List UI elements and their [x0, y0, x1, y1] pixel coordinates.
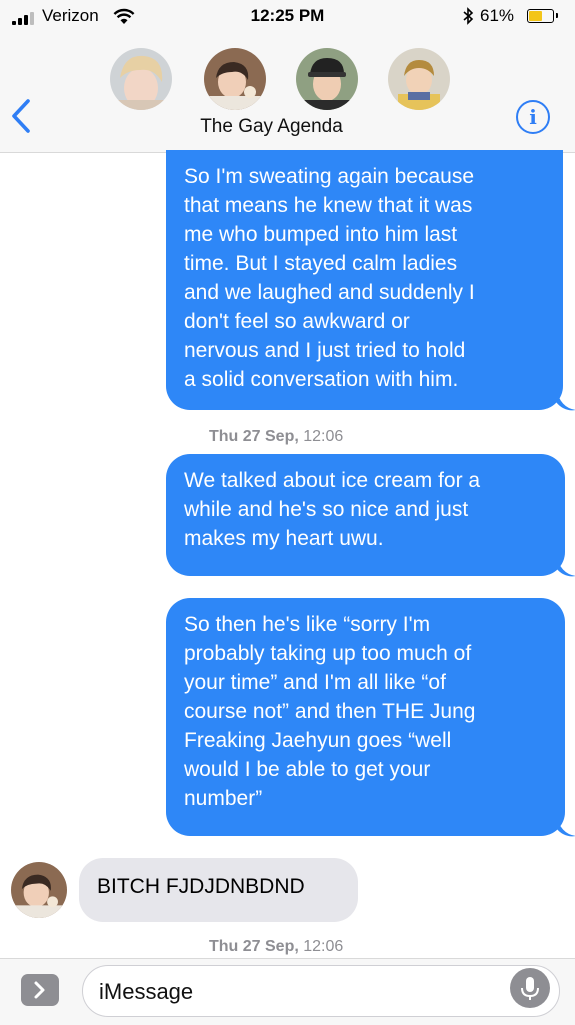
microphone-icon: [521, 977, 539, 1000]
avatar[interactable]: [388, 48, 450, 110]
outgoing-message[interactable]: So I'm sweating again because that means…: [166, 150, 563, 410]
battery-tip: [556, 13, 558, 18]
battery-percent: 61%: [480, 6, 515, 25]
avatar[interactable]: [296, 48, 358, 110]
outgoing-message[interactable]: We talked about ice cream for a while an…: [166, 454, 565, 576]
outgoing-message[interactable]: So then he's like “sorry I'm probably ta…: [166, 598, 565, 836]
app-drawer-button[interactable]: [21, 974, 59, 1006]
timestamp: Thu 27 Sep, 12:06: [209, 428, 344, 445]
timestamp: Thu 27 Sep, 12:06: [209, 938, 344, 955]
bubble-tail: [556, 388, 575, 411]
dictation-button[interactable]: [510, 968, 550, 1008]
battery-icon: [527, 9, 554, 23]
sender-avatar[interactable]: [11, 862, 67, 918]
message-input-placeholder: iMessage: [99, 979, 194, 1004]
status-bar: Verizon 12:25 PM 61%: [0, 0, 575, 34]
avatar[interactable]: [110, 48, 172, 110]
info-button[interactable]: i: [516, 100, 550, 134]
group-name[interactable]: The Gay Agenda: [0, 116, 543, 138]
message-input[interactable]: iMessage: [82, 965, 560, 1017]
chevron-right-icon: [34, 981, 45, 999]
bubble-tail: [556, 554, 575, 577]
avatar[interactable]: [204, 48, 266, 110]
conversation-header: The Gay Agenda i: [0, 34, 575, 153]
composer-bar: iMessage: [0, 958, 575, 1025]
incoming-message[interactable]: BITCH FJDJDNBDND: [79, 858, 358, 922]
bluetooth-icon: [463, 7, 474, 25]
bubble-tail: [556, 814, 575, 837]
